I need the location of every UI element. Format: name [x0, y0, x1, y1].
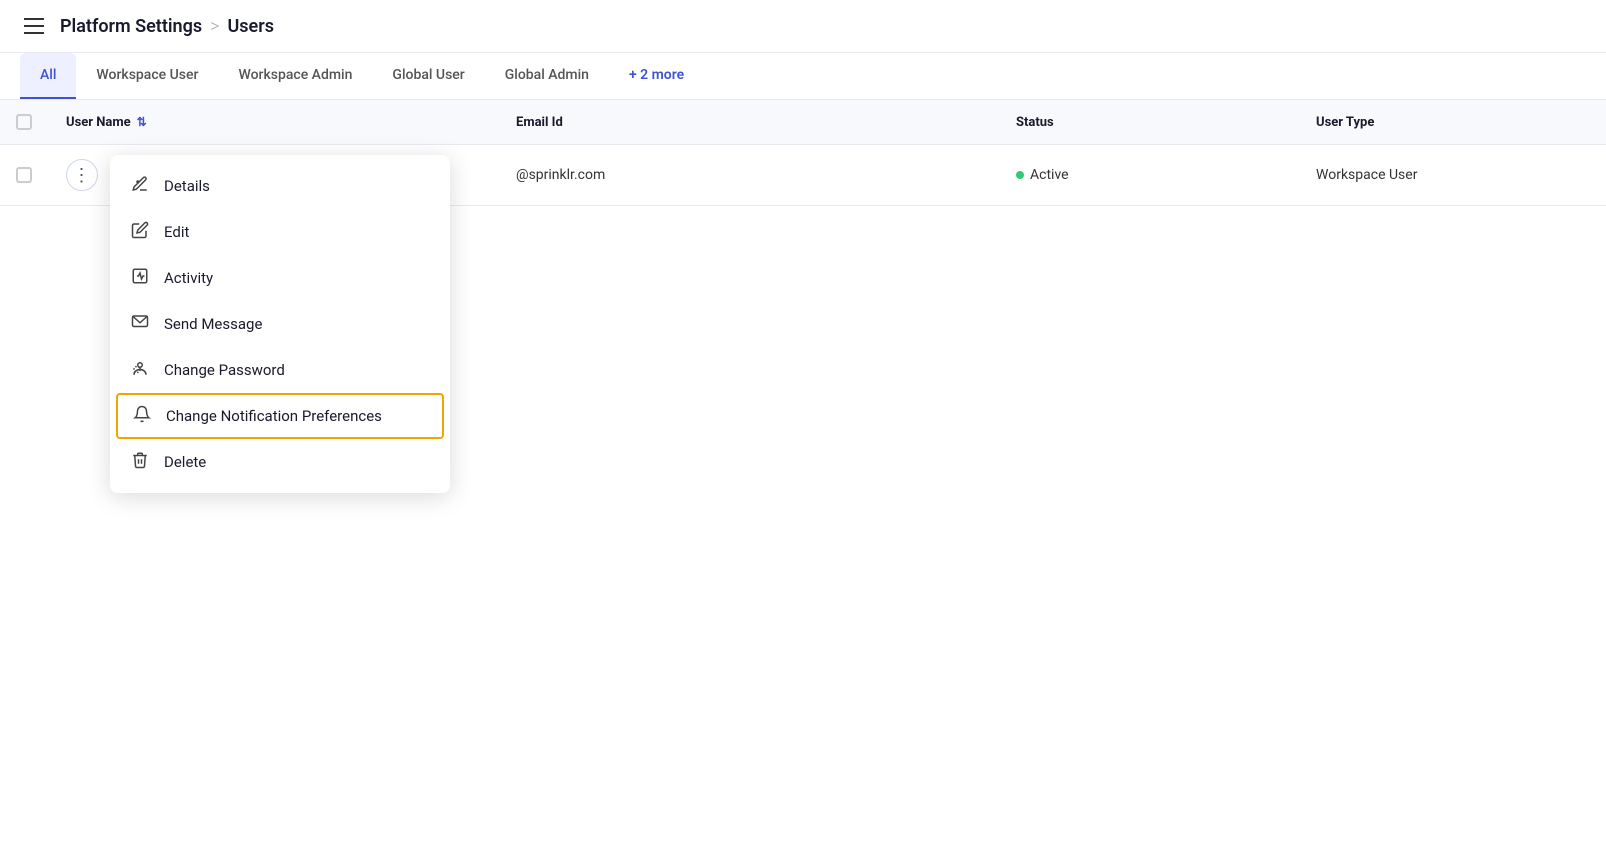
- breadcrumb-users: Users: [227, 16, 274, 37]
- message-icon: [130, 313, 150, 335]
- activity-icon: [130, 267, 150, 289]
- row-checkbox[interactable]: [16, 167, 32, 183]
- menu-item-delete-label: Delete: [164, 453, 206, 471]
- breadcrumb-separator: >: [210, 16, 219, 37]
- status-dot: [1016, 171, 1024, 179]
- header: Platform Settings > Users: [0, 0, 1606, 53]
- menu-item-change-password[interactable]: Change Password: [110, 347, 450, 393]
- tab-workspace-user[interactable]: Workspace User: [76, 53, 218, 99]
- row-actions-button[interactable]: ⋮: [66, 159, 98, 191]
- th-select: [0, 100, 50, 144]
- tabs-bar: All Workspace User Workspace Admin Globa…: [0, 53, 1606, 100]
- edit-icon: [130, 221, 150, 243]
- tab-more[interactable]: + 2 more: [609, 53, 704, 99]
- menu-item-edit[interactable]: Edit: [110, 209, 450, 255]
- menu-item-delete[interactable]: Delete: [110, 439, 450, 485]
- tab-all[interactable]: All: [20, 53, 76, 99]
- row-status: Active: [1000, 153, 1300, 197]
- password-icon: [130, 359, 150, 381]
- row-select: [0, 153, 50, 197]
- th-status: Status: [1000, 100, 1300, 144]
- table-header: User Name ⇅ Email Id Status User Type: [0, 100, 1606, 145]
- menu-item-send-message-label: Send Message: [164, 315, 262, 333]
- menu-item-edit-label: Edit: [164, 223, 189, 241]
- details-icon: [130, 175, 150, 197]
- menu-item-send-message[interactable]: Send Message: [110, 301, 450, 347]
- menu-item-change-notification-label: Change Notification Preferences: [166, 407, 382, 425]
- row-actions-cell: ⋮ Details: [50, 145, 500, 205]
- row-email: @sprinklr.com: [500, 153, 1000, 197]
- th-username: User Name ⇅: [50, 100, 500, 144]
- context-menu: Details Edit: [110, 155, 450, 493]
- menu-item-activity[interactable]: Activity: [110, 255, 450, 301]
- select-all-checkbox[interactable]: [16, 114, 32, 130]
- breadcrumb: Platform Settings > Users: [60, 16, 274, 37]
- sort-icon[interactable]: ⇅: [137, 115, 147, 129]
- menu-item-change-notification[interactable]: Change Notification Preferences: [116, 393, 444, 439]
- users-table: User Name ⇅ Email Id Status User Type ⋮: [0, 100, 1606, 206]
- breadcrumb-platform-settings: Platform Settings: [60, 16, 202, 37]
- th-usertype: User Type: [1300, 100, 1606, 144]
- menu-item-activity-label: Activity: [164, 269, 213, 287]
- menu-item-details[interactable]: Details: [110, 163, 450, 209]
- tab-global-user[interactable]: Global User: [372, 53, 484, 99]
- bell-icon: [132, 405, 152, 427]
- menu-item-change-password-label: Change Password: [164, 361, 285, 379]
- trash-icon: [130, 451, 150, 473]
- tab-global-admin[interactable]: Global Admin: [485, 53, 609, 99]
- menu-item-details-label: Details: [164, 177, 210, 195]
- row-usertype: Workspace User: [1300, 153, 1606, 197]
- table-row: ⋮ Details: [0, 145, 1606, 206]
- hamburger-menu[interactable]: [20, 14, 48, 38]
- th-email: Email Id: [500, 100, 1000, 144]
- tab-workspace-admin[interactable]: Workspace Admin: [218, 53, 372, 99]
